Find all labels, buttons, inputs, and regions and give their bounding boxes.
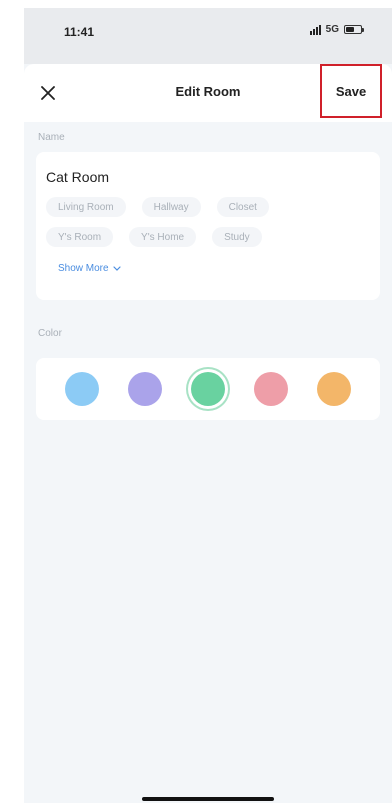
save-button[interactable]: Save [320,64,382,118]
suggestion-chip[interactable]: Closet [216,197,269,217]
network-type: 5G [325,24,339,35]
nav-bar: Edit Room Save [24,64,392,122]
suggestion-chip[interactable]: Living Room [46,197,126,217]
color-swatch[interactable] [64,372,99,406]
status-time: 11:41 [64,25,95,39]
color-swatch[interactable] [127,372,162,406]
color-swatch[interactable] [317,372,352,406]
show-more-link[interactable]: Show More [58,263,121,274]
color-swatch-selected[interactable] [190,372,225,406]
suggestion-chip[interactable]: Y's Home [129,227,197,247]
battery-icon [344,25,364,34]
color-section-label: Color [38,328,62,339]
suggestion-chip[interactable]: Y's Room [46,227,114,247]
home-indicator [142,797,274,801]
suggestion-chip[interactable]: Study [212,227,262,247]
status-bar: 11:41 5G [24,8,392,64]
suggestion-chips: Living Room Hallway Closet Y's Room Y's Hom… [46,197,380,247]
chip-row: Y's Room Y's Home Study [46,227,380,247]
name-section-label: Name [38,132,65,143]
suggestion-chip[interactable]: Hallway [141,197,201,217]
color-swatch[interactable] [254,372,289,406]
chevron-down-icon [112,265,121,271]
status-icons: 5G [309,24,364,35]
chip-row: Living Room Hallway Closet [46,197,380,217]
phone-screen: 11:41 5G Edit Room Save Name Living [24,8,392,803]
signal-icon [309,24,321,35]
room-name-input[interactable] [46,168,346,186]
name-card: Living Room Hallway Closet Y's Room Y's Hom… [36,152,380,300]
color-picker [36,358,380,420]
show-more-label: Show More [58,263,109,274]
screen-frame: 11:41 5G Edit Room Save Name Living [0,0,392,803]
